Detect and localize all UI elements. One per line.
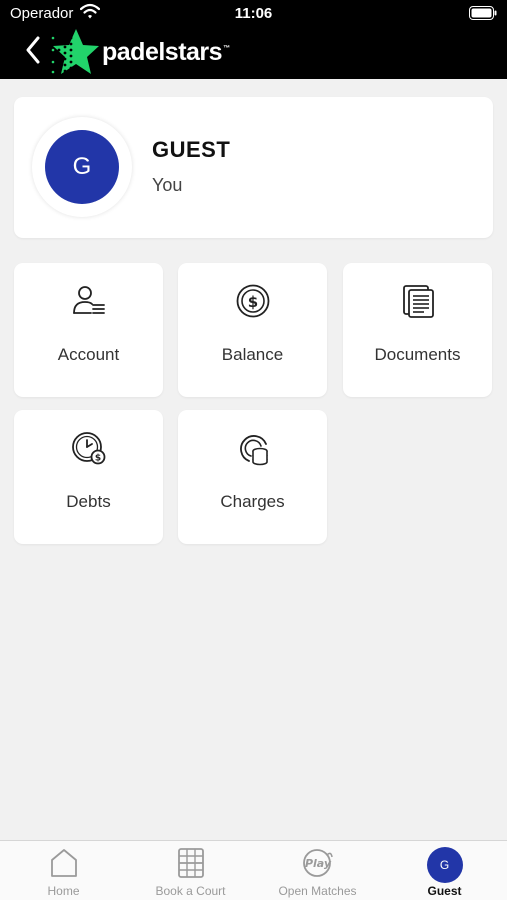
brand-name: padelstars™: [102, 38, 230, 67]
account-icon: [72, 286, 105, 314]
charges-label: Charges: [220, 492, 285, 511]
play-icon: Play: [302, 849, 333, 877]
avatar-ring: G: [32, 117, 132, 217]
account-tile[interactable]: Account: [14, 263, 163, 397]
padelstars-logo: padelstars™: [50, 28, 230, 76]
tab-bar: Home Book a Court Play Open Matches G Gu…: [0, 840, 507, 900]
back-button[interactable]: [20, 33, 46, 67]
svg-text:$: $: [94, 454, 100, 464]
debts-icon: $: [71, 432, 105, 465]
balance-tile[interactable]: $ Balance: [178, 263, 327, 397]
tab-guest[interactable]: G Guest: [381, 841, 507, 900]
debts-tile[interactable]: $ Debts: [14, 410, 163, 544]
court-icon: [177, 848, 204, 878]
tab-book-a-court-label: Book a Court: [155, 884, 226, 898]
status-time: 11:06: [234, 5, 273, 22]
account-label: Account: [57, 345, 120, 364]
padelstars-star-icon: [51, 29, 99, 74]
documents-tile[interactable]: Documents: [343, 263, 492, 397]
profile-name: GUEST: [152, 137, 231, 162]
balance-icon: $: [236, 284, 269, 318]
profile-subtitle: You: [152, 175, 183, 195]
documents-label: Documents: [374, 345, 461, 364]
tab-home[interactable]: Home: [0, 841, 127, 900]
charges-tile[interactable]: Charges: [178, 410, 327, 544]
tab-guest-label: Guest: [427, 884, 462, 898]
play-icon-text: Play: [304, 857, 331, 870]
battery-icon: [469, 6, 497, 20]
charges-icon: [239, 435, 268, 466]
svg-text:$: $: [247, 293, 257, 311]
brand-trademark: ™: [223, 45, 230, 53]
chevron-left-icon: [26, 36, 40, 64]
profile-card: G GUEST You: [14, 97, 493, 238]
tab-book-a-court[interactable]: Book a Court: [127, 841, 254, 900]
home-icon: [50, 849, 77, 877]
tab-home-label: Home: [47, 884, 80, 898]
debts-label: Debts: [66, 492, 111, 511]
tab-open-matches[interactable]: Play Open Matches: [254, 841, 381, 900]
tab-avatar: G: [426, 847, 463, 883]
tab-open-matches-label: Open Matches: [278, 884, 357, 898]
documents-icon: [402, 285, 434, 318]
app-header: Operador 11:06 padelstars™: [0, 0, 507, 79]
balance-label: Balance: [221, 345, 284, 364]
avatar: G: [45, 130, 119, 204]
brand-text: padelstars: [102, 37, 223, 66]
